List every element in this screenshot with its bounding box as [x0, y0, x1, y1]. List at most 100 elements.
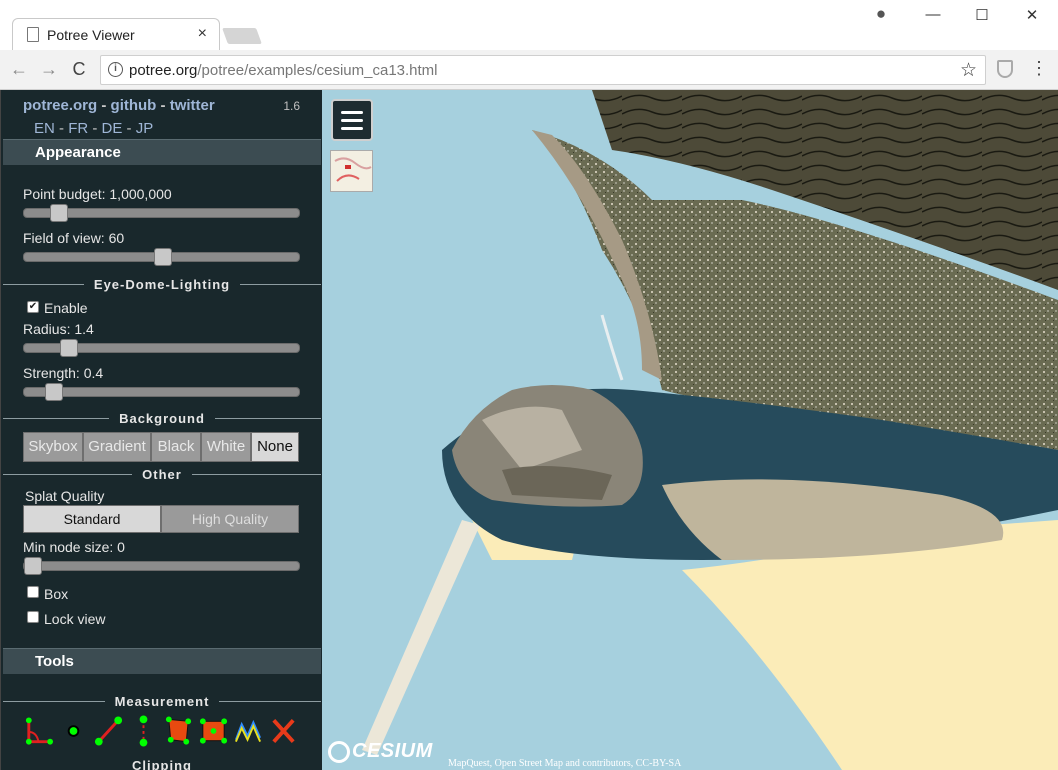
- sand-spit: [362, 520, 480, 755]
- menu-bar: [341, 119, 363, 122]
- reload-button[interactable]: C: [68, 59, 90, 80]
- edl-header: Eye-Dome-Lighting: [1, 276, 322, 292]
- volume-icon[interactable]: [198, 714, 229, 748]
- bg-skybox-button[interactable]: Skybox: [23, 432, 83, 462]
- edl-header-text: Eye-Dome-Lighting: [83, 277, 241, 292]
- close-window-button[interactable]: ✕: [1020, 6, 1044, 24]
- extension-shield-icon[interactable]: [997, 60, 1013, 78]
- min-node-size-slider[interactable]: [23, 557, 300, 575]
- area-icon[interactable]: [163, 714, 194, 748]
- fov-label: Field of view: 60: [23, 230, 125, 246]
- lang-separator: -: [54, 120, 69, 137]
- remove-all-icon[interactable]: [268, 714, 299, 748]
- lang-separator: -: [88, 120, 102, 137]
- edl-enable-label: Enable: [44, 300, 88, 316]
- link-potree[interactable]: potree.org: [23, 97, 97, 114]
- header-links: potree.org - github - twitter: [23, 97, 215, 114]
- address-bar[interactable]: i potree.org/potree/examples/cesium_ca13…: [100, 55, 986, 85]
- link-separator: -: [156, 97, 170, 114]
- menu-bar: [341, 111, 363, 114]
- version-label: 1.6: [283, 99, 300, 113]
- maximize-button[interactable]: ☐: [970, 6, 994, 24]
- page-icon: [27, 27, 39, 42]
- lock-view-label: Lock view: [44, 611, 106, 627]
- tab-close-button[interactable]: ×: [198, 25, 207, 43]
- minimize-button[interactable]: —: [921, 6, 945, 23]
- lang-de[interactable]: DE: [102, 120, 123, 137]
- slider-thumb[interactable]: [24, 557, 42, 575]
- point-icon[interactable]: [58, 714, 89, 748]
- url-path: /potree/examples/cesium_ca13.html: [197, 62, 438, 79]
- url-host: potree.org: [129, 62, 198, 79]
- menu-toggle-button[interactable]: [331, 99, 373, 141]
- distance-icon[interactable]: [93, 714, 124, 748]
- cesium-logo-text: CESIUM: [352, 740, 433, 762]
- clipping-header: Clipping: [132, 758, 192, 770]
- link-separator: -: [97, 97, 111, 114]
- point-budget-label: Point budget: 1,000,000: [23, 186, 172, 202]
- cesium-logo[interactable]: CESIUM: [328, 740, 433, 763]
- other-header-text: Other: [132, 467, 192, 482]
- map-attribution[interactable]: MapQuest, Open Street Map and contributo…: [448, 758, 681, 769]
- minimap-button[interactable]: [330, 150, 373, 192]
- box-label: Box: [44, 586, 69, 602]
- lang-jp[interactable]: JP: [136, 120, 154, 137]
- background-header-text: Background: [109, 411, 215, 426]
- bg-black-button[interactable]: Black: [151, 432, 201, 462]
- other-header: Other: [1, 466, 322, 482]
- splat-quality-label: Splat Quality: [25, 488, 105, 504]
- url-text[interactable]: potree.org/potree/examples/cesium_ca13.h…: [129, 62, 438, 79]
- bg-white-button[interactable]: White: [201, 432, 251, 462]
- slider-thumb[interactable]: [154, 248, 172, 266]
- cesium-ring-icon: [328, 740, 350, 763]
- browser-toolbar: ← → C i potree.org/potree/examples/cesiu…: [0, 50, 1058, 90]
- new-tab-button[interactable]: [222, 28, 262, 44]
- point-budget-slider[interactable]: [23, 204, 300, 222]
- edl-enable-checkbox[interactable]: ✔: [27, 301, 39, 313]
- background-selector: Skybox Gradient Black White None: [23, 432, 299, 462]
- lang-fr[interactable]: FR: [68, 120, 88, 137]
- background-header: Background: [1, 410, 322, 426]
- sidebar: potree.org - github - twitter 1.6 EN - F…: [0, 90, 322, 770]
- lang-en[interactable]: EN: [34, 120, 55, 137]
- tab-title: Potree Viewer: [47, 27, 135, 43]
- info-icon[interactable]: i: [108, 62, 123, 77]
- quality-high-button[interactable]: High Quality: [161, 505, 299, 533]
- account-icon[interactable]: ●: [869, 4, 893, 24]
- link-github[interactable]: github: [111, 97, 157, 114]
- edl-strength-slider[interactable]: [23, 383, 300, 401]
- slider-thumb[interactable]: [45, 383, 63, 401]
- min-node-size-label: Min node size: 0: [23, 539, 125, 555]
- quality-standard-button[interactable]: Standard: [23, 505, 161, 533]
- back-button[interactable]: ←: [8, 59, 30, 80]
- browser-tabbar: Potree Viewer × ● — ☐ ✕: [0, 0, 1058, 50]
- map-viewport[interactable]: CESIUM MapQuest, Open Street Map and con…: [322, 90, 1058, 770]
- appearance-header[interactable]: Appearance: [3, 139, 321, 165]
- language-links: EN - FR - DE - JP: [34, 120, 153, 137]
- link-twitter[interactable]: twitter: [170, 97, 215, 114]
- lock-view-checkbox[interactable]: [27, 611, 39, 623]
- box-checkbox[interactable]: [27, 586, 39, 598]
- lang-separator: -: [122, 120, 136, 137]
- height-icon[interactable]: [128, 714, 159, 748]
- profile-icon[interactable]: [233, 714, 264, 748]
- angle-icon[interactable]: [23, 714, 54, 748]
- edl-radius-label: Radius: 1.4: [23, 321, 94, 337]
- terrain-scene: [362, 90, 1058, 770]
- edl-strength-label: Strength: 0.4: [23, 365, 104, 381]
- measurement-tools: [23, 714, 299, 750]
- slider-thumb[interactable]: [50, 204, 68, 222]
- browser-tab[interactable]: Potree Viewer ×: [12, 18, 220, 50]
- edl-radius-slider[interactable]: [23, 339, 300, 357]
- fov-slider[interactable]: [23, 248, 300, 266]
- splat-quality-selector: Standard High Quality: [23, 505, 299, 533]
- bg-gradient-button[interactable]: Gradient: [83, 432, 151, 462]
- forward-button[interactable]: →: [38, 59, 60, 80]
- bg-none-button[interactable]: None: [251, 432, 299, 462]
- browser-menu-icon[interactable]: ⋮: [1030, 58, 1048, 79]
- tools-header[interactable]: Tools: [3, 648, 321, 674]
- measurement-header-text: Measurement: [104, 694, 220, 709]
- bookmark-star-icon[interactable]: ☆: [960, 59, 977, 82]
- minimap-icon: [334, 157, 372, 182]
- slider-thumb[interactable]: [60, 339, 78, 357]
